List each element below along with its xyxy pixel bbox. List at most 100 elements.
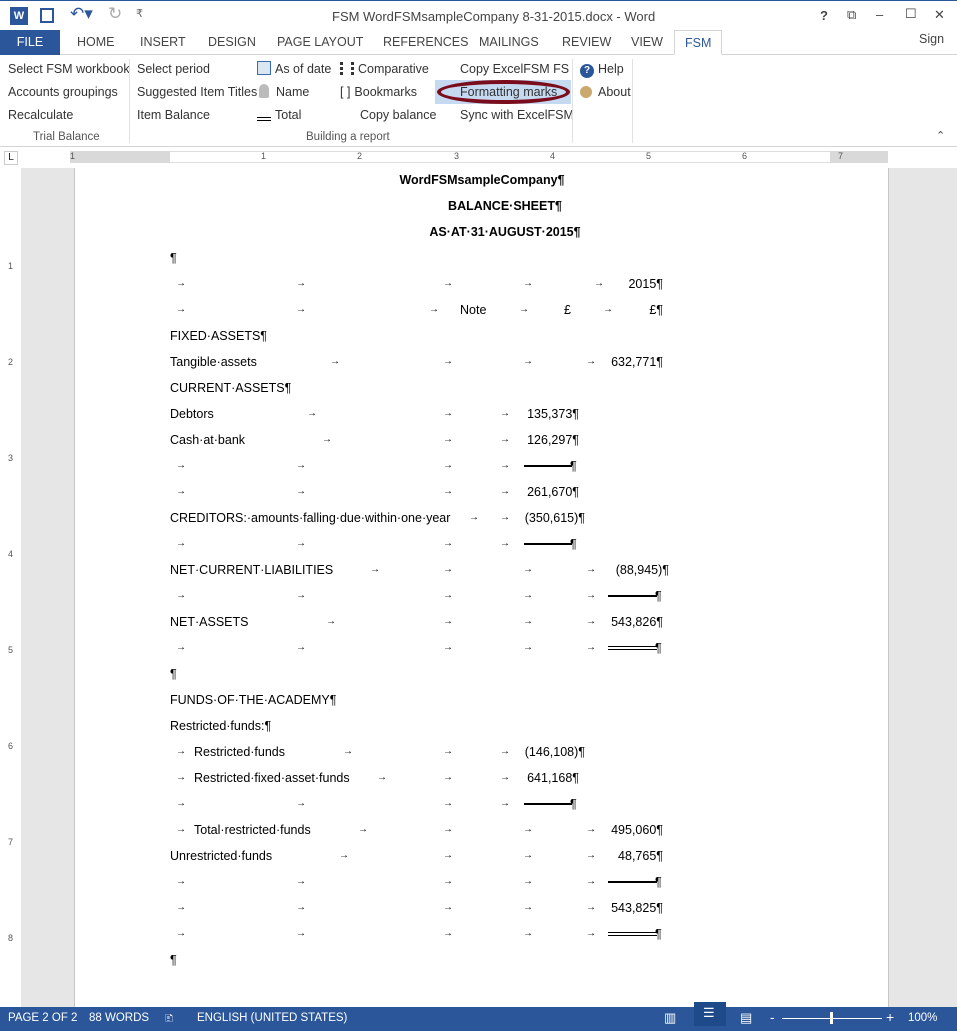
tab-references[interactable]: REFERENCES — [383, 30, 468, 55]
formatting-marks-button[interactable]: Formatting marks — [460, 82, 557, 102]
proofing-icon[interactable]: 🗈 — [165, 1011, 173, 1030]
document-text: Restricted·funds — [194, 745, 286, 759]
redo-icon[interactable]: ↻ — [108, 4, 122, 24]
document-text: Cash·at·bank — [170, 433, 246, 447]
as-of-date-button[interactable]: As of date — [257, 59, 331, 79]
customize-qat-icon[interactable]: ₹ — [136, 7, 143, 20]
comparative-label: Comparative — [358, 62, 429, 76]
tab-mark: → — [586, 928, 596, 939]
help-button[interactable]: ? — [820, 8, 828, 23]
tab-design[interactable]: DESIGN — [208, 30, 256, 55]
tab-mark: → — [523, 824, 533, 835]
page-count[interactable]: PAGE 2 OF 2 — [8, 1012, 77, 1024]
maximize-button[interactable]: ☐ — [905, 6, 917, 22]
zoom-slider-thumb[interactable] — [830, 1012, 833, 1024]
tab-mark: → — [500, 798, 510, 809]
language[interactable]: ENGLISH (UNITED STATES) — [197, 1012, 347, 1024]
tab-selector-icon[interactable]: L — [4, 151, 18, 165]
tab-mark: → — [296, 538, 306, 549]
document-text: Debtors — [170, 407, 214, 421]
tab-home[interactable]: HOME — [77, 30, 115, 55]
tab-page-layout[interactable]: PAGE LAYOUT — [277, 30, 363, 55]
select-fsm-workbook-button[interactable]: Select FSM workbook — [8, 59, 130, 79]
tab-mark: → — [523, 642, 533, 653]
tab-mark: → — [500, 746, 510, 757]
tab-mark: → — [523, 278, 533, 289]
tab-mark: → — [586, 902, 596, 913]
ribbon-display-button[interactable]: ⧉ — [847, 7, 856, 23]
zoom-in-button[interactable]: + — [886, 1009, 894, 1025]
tab-view[interactable]: VIEW — [631, 30, 663, 55]
ruler-text-area — [170, 151, 830, 163]
about-button[interactable]: About — [580, 82, 631, 102]
zoom-level[interactable]: 100% — [908, 1012, 937, 1024]
vruler-number: 5 — [8, 645, 14, 655]
tab-mark: → — [343, 746, 353, 757]
tab-file[interactable]: FILE — [0, 30, 60, 55]
read-mode-icon[interactable]: ▥ — [664, 1010, 676, 1026]
tab-mark: → — [500, 460, 510, 471]
tab-mark: → — [443, 928, 453, 939]
collapse-ribbon-icon[interactable]: ⌃ — [936, 129, 945, 142]
tab-mailings[interactable]: MAILINGS — [479, 30, 539, 55]
document-text: £¶ — [649, 303, 663, 317]
accounts-groupings-button[interactable]: Accounts groupings — [8, 82, 118, 102]
tab-mark: → — [322, 434, 332, 445]
tab-fsm[interactable]: FSM — [674, 30, 723, 55]
ruler-number: 4 — [550, 151, 556, 161]
tab-mark: → — [176, 798, 186, 809]
save-icon[interactable] — [40, 8, 54, 23]
tab-mark: → — [176, 460, 186, 471]
document-text: 135,373¶ — [527, 407, 579, 421]
total-label: Total — [275, 108, 302, 122]
web-layout-icon[interactable]: ▤ — [740, 1010, 752, 1026]
medal-icon — [580, 86, 592, 98]
ribbon-tabs: FILE HOME INSERT DESIGN PAGE LAYOUT REFE… — [0, 27, 957, 70]
help-icon: ? — [580, 64, 594, 78]
document-text: (88,945)¶ — [615, 563, 669, 577]
bookmarks-button[interactable]: [ ] Bookmarks — [340, 82, 417, 102]
select-period-button[interactable]: Select period — [137, 59, 210, 79]
copy-balance-button[interactable]: Copy balance — [360, 105, 436, 125]
tab-mark: → — [358, 824, 368, 835]
sync-with-excelfsm-button[interactable]: Sync with ExcelFSM — [460, 105, 574, 125]
minimize-button[interactable]: ‒ — [876, 7, 883, 22]
help-ribbon-button[interactable]: ? Help — [580, 59, 624, 79]
tab-review[interactable]: REVIEW — [562, 30, 611, 55]
tab-mark: → — [330, 356, 340, 367]
tab-mark: → — [523, 928, 533, 939]
tab-mark: → — [443, 798, 453, 809]
group-label-building-a-report: Building a report — [306, 131, 390, 143]
word-icon[interactable]: W — [10, 7, 28, 25]
underline — [524, 803, 572, 805]
zoom-out-button[interactable]: - — [770, 1009, 775, 1025]
help-label: Help — [598, 62, 624, 76]
document-page[interactable] — [74, 168, 889, 1007]
tab-insert[interactable]: INSERT — [140, 30, 186, 55]
document-text: AS·AT·31·AUGUST·2015¶ — [429, 225, 581, 239]
horizontal-ruler[interactable]: L 1 1 2 3 4 5 6 7 — [0, 148, 957, 168]
document-text: £ — [564, 303, 571, 317]
total-button[interactable]: Total — [257, 105, 301, 125]
close-button[interactable]: ✕ — [934, 7, 945, 23]
ruler-number: 5 — [646, 151, 652, 161]
tab-mark: → — [176, 746, 186, 757]
tab-mark: → — [500, 772, 510, 783]
undo-icon[interactable]: ↶▾ — [70, 4, 93, 24]
tab-mark: → — [603, 304, 613, 315]
item-balance-button[interactable]: Item Balance — [137, 105, 210, 125]
vruler-number: 2 — [8, 357, 14, 367]
copy-excelfsm-fs-button[interactable]: Copy ExcelFSM FS — [460, 59, 569, 79]
vruler-number: 1 — [8, 261, 14, 271]
sign-in-link[interactable]: Sign in — [919, 27, 957, 70]
tab-mark: → — [443, 824, 453, 835]
tab-mark: → — [500, 434, 510, 445]
suggested-item-titles-button[interactable]: Suggested Item Titles — [137, 82, 257, 102]
name-button[interactable]: Name — [259, 82, 309, 102]
comparative-button[interactable]: Comparative — [340, 59, 429, 79]
print-layout-icon[interactable]: ☰ — [694, 1002, 726, 1026]
columns-icon — [340, 62, 354, 75]
vertical-ruler[interactable]: 1 2 3 4 5 6 7 8 — [0, 168, 22, 1007]
word-count[interactable]: 88 WORDS — [89, 1012, 149, 1024]
recalculate-button[interactable]: Recalculate — [8, 105, 73, 125]
